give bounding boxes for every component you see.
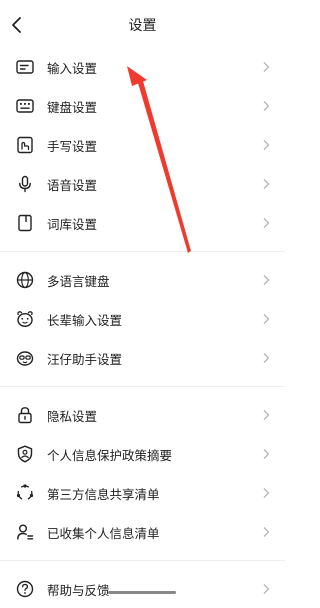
- arrow-head: [127, 66, 147, 86]
- arrow-shaft: [138, 81, 191, 253]
- red-annotation-arrow: [127, 66, 191, 253]
